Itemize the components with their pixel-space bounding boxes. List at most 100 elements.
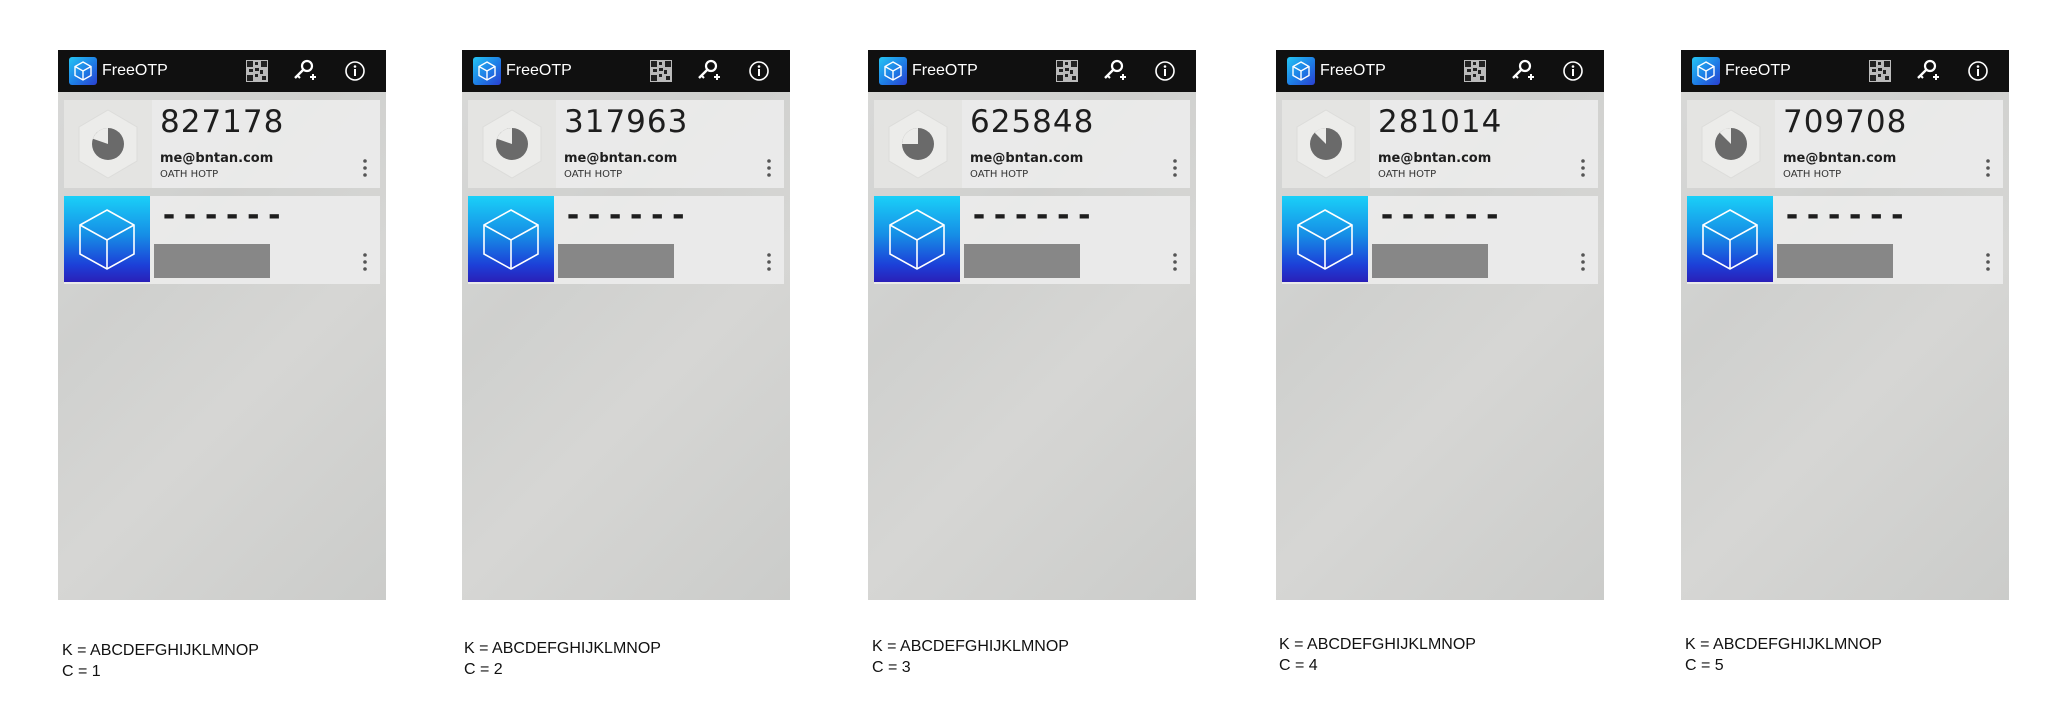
qr-code-icon[interactable] [244, 58, 270, 84]
caption-3: K = ABCDEFGHIJKLMNOP C = 3 [872, 636, 1069, 678]
app-title: FreeOTP [1725, 62, 1791, 79]
cube-icon [1287, 57, 1315, 85]
info-icon[interactable] [1560, 58, 1586, 84]
caption-counter: C = 1 [62, 663, 101, 680]
token-type-label: OATH HOTP [970, 169, 1029, 180]
app-bar: FreeOTP [1681, 50, 2009, 92]
token-type-label: OATH HOTP [160, 169, 219, 180]
token-card-hidden[interactable]: ------ [1687, 196, 2003, 284]
phone-screen-3: FreeOTP 625848 me@bntan.com OATH HOTP --… [868, 50, 1196, 600]
token-card-hidden[interactable]: ------ [874, 196, 1190, 284]
more-vertical-icon[interactable] [1580, 252, 1586, 272]
caption-counter: C = 3 [872, 659, 911, 676]
info-icon[interactable] [1152, 58, 1178, 84]
timer-pie-icon [874, 100, 962, 188]
caption-counter: C = 5 [1685, 657, 1724, 674]
caption-1: K = ABCDEFGHIJKLMNOP C = 1 [62, 640, 259, 682]
cube-icon [1692, 57, 1720, 85]
more-vertical-icon[interactable] [362, 252, 368, 272]
more-vertical-icon[interactable] [1985, 252, 1991, 272]
token-card-hidden[interactable]: ------ [1282, 196, 1598, 284]
info-icon[interactable] [746, 58, 772, 84]
phone-screen-5: FreeOTP 709708 me@bntan.com OATH HOTP --… [1681, 50, 2009, 600]
more-vertical-icon[interactable] [362, 158, 368, 178]
otp-code: 709708 [1783, 104, 1908, 140]
token-card-hotp[interactable]: 709708 me@bntan.com OATH HOTP [1687, 100, 2003, 188]
token-card-hidden[interactable]: ------ [468, 196, 784, 284]
otp-code: 317963 [564, 104, 689, 140]
caption-key: K = ABCDEFGHIJKLMNOP [1279, 636, 1476, 653]
caption-key: K = ABCDEFGHIJKLMNOP [62, 642, 259, 659]
app-title: FreeOTP [1320, 62, 1386, 79]
app-bar: FreeOTP [462, 50, 790, 92]
redacted-block [964, 244, 1080, 278]
token-card-hotp[interactable]: 625848 me@bntan.com OATH HOTP [874, 100, 1190, 188]
token-card-hotp[interactable]: 827178 me@bntan.com OATH HOTP [64, 100, 380, 188]
caption-key: K = ABCDEFGHIJKLMNOP [872, 638, 1069, 655]
key-add-icon[interactable] [1101, 58, 1127, 84]
timer-pie-icon [1282, 100, 1370, 188]
phone-screen-2: FreeOTP 317963 me@bntan.com OATH HOTP --… [462, 50, 790, 600]
timer-pie-icon [468, 100, 556, 188]
more-vertical-icon[interactable] [766, 252, 772, 272]
timer-pie-icon [1687, 100, 1775, 188]
token-type-label: OATH HOTP [1378, 169, 1437, 180]
app-bar: FreeOTP [1276, 50, 1604, 92]
key-add-icon[interactable] [1509, 58, 1535, 84]
more-vertical-icon[interactable] [1172, 158, 1178, 178]
hidden-code: ------ [160, 198, 287, 233]
cube-icon [879, 57, 907, 85]
caption-5: K = ABCDEFGHIJKLMNOP C = 5 [1685, 634, 1882, 676]
phone-screen-1: FreeOTP 827178 me@bntan.com OATH HOTP --… [58, 50, 386, 600]
app-title: FreeOTP [912, 62, 978, 79]
phone-screen-4: FreeOTP 281014 me@bntan.com OATH HOTP --… [1276, 50, 1604, 600]
caption-key: K = ABCDEFGHIJKLMNOP [464, 640, 661, 657]
caption-key: K = ABCDEFGHIJKLMNOP [1685, 636, 1882, 653]
more-vertical-icon[interactable] [1172, 252, 1178, 272]
token-card-hotp[interactable]: 317963 me@bntan.com OATH HOTP [468, 100, 784, 188]
info-icon[interactable] [1965, 58, 1991, 84]
otp-code: 827178 [160, 104, 285, 140]
cube-icon [64, 196, 150, 282]
info-icon[interactable] [342, 58, 368, 84]
otp-code: 281014 [1378, 104, 1503, 140]
key-add-icon[interactable] [1914, 58, 1940, 84]
more-vertical-icon[interactable] [766, 158, 772, 178]
app-bar: FreeOTP [58, 50, 386, 92]
cube-icon [874, 196, 960, 282]
more-vertical-icon[interactable] [1985, 158, 1991, 178]
caption-counter: C = 2 [464, 661, 503, 678]
account-label: me@bntan.com [1378, 151, 1492, 166]
account-label: me@bntan.com [970, 151, 1084, 166]
token-type-label: OATH HOTP [564, 169, 623, 180]
app-bar: FreeOTP [868, 50, 1196, 92]
token-type-label: OATH HOTP [1783, 169, 1842, 180]
key-add-icon[interactable] [695, 58, 721, 84]
qr-code-icon[interactable] [1054, 58, 1080, 84]
app-title: FreeOTP [102, 62, 168, 79]
key-add-icon[interactable] [291, 58, 317, 84]
redacted-block [558, 244, 674, 278]
cube-icon [468, 196, 554, 282]
caption-4: K = ABCDEFGHIJKLMNOP C = 4 [1279, 634, 1476, 676]
account-label: me@bntan.com [564, 151, 678, 166]
qr-code-icon[interactable] [1462, 58, 1488, 84]
more-vertical-icon[interactable] [1580, 158, 1586, 178]
cube-icon [1282, 196, 1368, 282]
redacted-block [154, 244, 270, 278]
caption-2: K = ABCDEFGHIJKLMNOP C = 2 [464, 638, 661, 680]
cube-icon [1687, 196, 1773, 282]
cube-icon [69, 57, 97, 85]
qr-code-icon[interactable] [648, 58, 674, 84]
account-label: me@bntan.com [1783, 151, 1897, 166]
timer-pie-icon [64, 100, 152, 188]
token-card-hidden[interactable]: ------ [64, 196, 380, 284]
app-title: FreeOTP [506, 62, 572, 79]
account-label: me@bntan.com [160, 151, 274, 166]
otp-code: 625848 [970, 104, 1095, 140]
token-card-hotp[interactable]: 281014 me@bntan.com OATH HOTP [1282, 100, 1598, 188]
redacted-block [1372, 244, 1488, 278]
qr-code-icon[interactable] [1867, 58, 1893, 84]
caption-counter: C = 4 [1279, 657, 1318, 674]
cube-icon [473, 57, 501, 85]
